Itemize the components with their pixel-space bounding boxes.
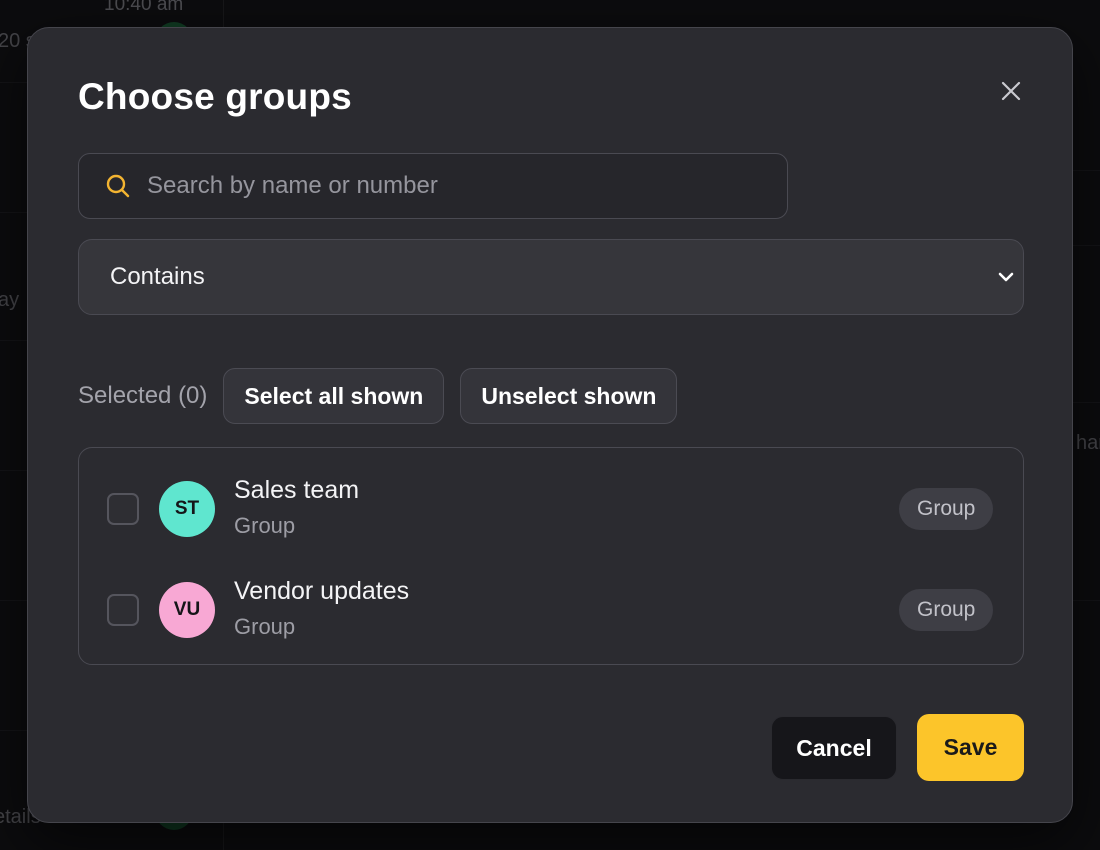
type-badge: Group <box>899 589 994 631</box>
close-button[interactable] <box>998 78 1024 104</box>
dialog-title: Choose groups <box>78 76 352 117</box>
selected-count: Selected (0) <box>78 382 208 409</box>
match-type-select[interactable]: Contains <box>78 239 1024 315</box>
selection-toolbar: Selected (0) Select all shown Unselect s… <box>78 368 693 424</box>
close-icon <box>1001 81 1021 101</box>
search-field[interactable] <box>78 153 788 219</box>
search-input[interactable] <box>147 166 747 206</box>
group-list: ST Sales team Group Group VU Vendor upda… <box>78 447 1024 665</box>
type-badge: Group <box>899 488 994 530</box>
avatar: ST <box>159 481 215 537</box>
cancel-button[interactable]: Cancel <box>771 716 897 780</box>
save-button[interactable]: Save <box>917 714 1024 781</box>
chevron-down-icon <box>995 266 1017 288</box>
item-checkbox[interactable] <box>107 594 139 626</box>
item-checkbox[interactable] <box>107 493 139 525</box>
search-icon <box>105 173 131 199</box>
unselect-shown-button[interactable]: Unselect shown <box>460 368 678 424</box>
list-item[interactable]: VU Vendor updates Group Group <box>79 570 1023 650</box>
select-all-shown-button[interactable]: Select all shown <box>223 368 445 424</box>
list-item[interactable]: ST Sales team Group Group <box>79 469 1023 549</box>
match-type-value: Contains <box>110 263 205 290</box>
item-subtitle: Group <box>234 614 296 639</box>
item-name: Vendor updates <box>234 577 410 605</box>
item-name: Sales team <box>234 476 360 504</box>
choose-groups-dialog: Choose groups Contains Selected (0) Sele… <box>27 27 1073 823</box>
avatar: VU <box>159 582 215 638</box>
item-subtitle: Group <box>234 513 296 538</box>
